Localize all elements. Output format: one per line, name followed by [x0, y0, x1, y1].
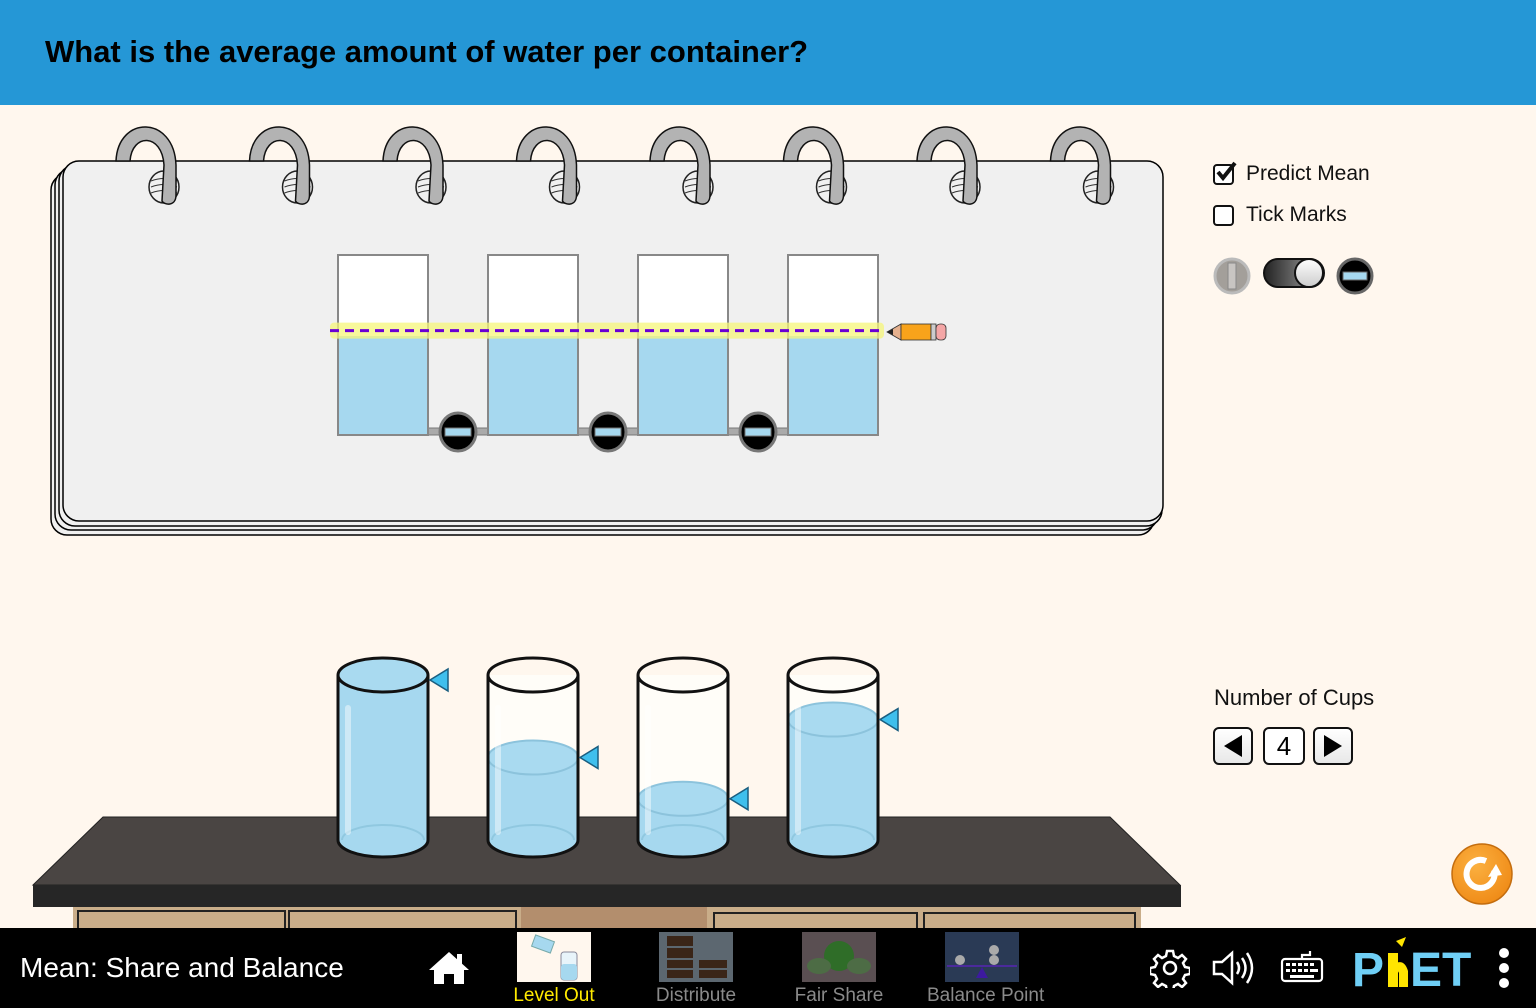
balance-point-thumbnail: [945, 932, 1019, 982]
tick-marks-checkbox-box[interactable]: [1213, 204, 1234, 226]
cup-water-surface: [787, 701, 879, 738]
number-of-cups-label: Number of Cups: [1214, 685, 1375, 710]
predict-mean-label: Predict Mean: [1246, 162, 1370, 185]
distribute-thumbnail: [659, 932, 733, 982]
cup-water-surface: [637, 780, 729, 817]
table-cups-area: [336, 656, 899, 859]
decrement-cups-button[interactable]: [1213, 727, 1253, 765]
predict-mean-checkbox-box[interactable]: [1213, 161, 1237, 185]
screen-tab-label: Distribute: [655, 985, 737, 1006]
screen-tab-fair-share[interactable]: Fair Share: [784, 930, 894, 1008]
cup-water: [788, 719, 878, 857]
tick-marks-checkbox[interactable]: Tick Marks: [1213, 203, 1347, 227]
water-level-slider-handle[interactable]: [578, 745, 599, 770]
table-cup: [786, 656, 899, 859]
screen-tab-level-out[interactable]: Level Out: [499, 930, 609, 1008]
svg-text:P: P: [1352, 944, 1384, 991]
right-triangle-icon: [1324, 735, 1342, 757]
toggle-track[interactable]: [1263, 258, 1325, 288]
cup-highlight: [345, 705, 351, 835]
speaker-icon[interactable]: [1211, 948, 1257, 988]
cup-water-surface: [487, 739, 579, 776]
checkmark-icon: [1216, 161, 1237, 181]
cup-highlight: [645, 705, 651, 835]
number-of-cups-value: 4: [1263, 727, 1305, 765]
increment-cups-button[interactable]: [1313, 727, 1353, 765]
pipe-open-icon: [1213, 257, 1251, 295]
predict-mean-checkbox[interactable]: Predict Mean: [1213, 161, 1370, 186]
screen-tab-label: Level Out: [513, 985, 595, 1006]
screen-tab-distribute[interactable]: Distribute: [641, 930, 751, 1008]
svg-text:ET: ET: [1410, 944, 1471, 991]
kebab-menu-icon[interactable]: [1494, 946, 1514, 990]
keyboard-icon[interactable]: [1279, 950, 1325, 984]
screen-tab-label: Fair Share: [794, 985, 884, 1006]
pipe-toggle-switch[interactable]: [1212, 255, 1377, 297]
table-cup: [336, 656, 449, 859]
water-level-slider-handle[interactable]: [428, 667, 449, 693]
screen-tab-balance-point[interactable]: Balance Point: [927, 930, 1045, 1008]
water-level-slider-handle[interactable]: [878, 707, 899, 732]
table-cup: [486, 656, 599, 859]
pipe-closed-icon: [1336, 257, 1374, 295]
phet-logo[interactable]: P ET: [1352, 935, 1484, 991]
cup-highlight: [495, 705, 501, 835]
sim-title: Mean: Share and Balance: [20, 952, 344, 983]
level-out-thumbnail: [517, 932, 591, 982]
fair-share-thumbnail: [802, 932, 876, 982]
reset-all-button[interactable]: [1450, 842, 1516, 908]
home-icon[interactable]: [428, 950, 470, 986]
screen-tab-label: Balance Point: [927, 985, 1045, 1006]
table-cup: [636, 656, 749, 859]
gear-icon[interactable]: [1150, 948, 1190, 988]
water-level-slider-handle[interactable]: [728, 786, 749, 812]
left-triangle-icon: [1224, 735, 1242, 757]
tick-marks-label: Tick Marks: [1246, 203, 1347, 226]
cup-highlight: [795, 705, 801, 835]
